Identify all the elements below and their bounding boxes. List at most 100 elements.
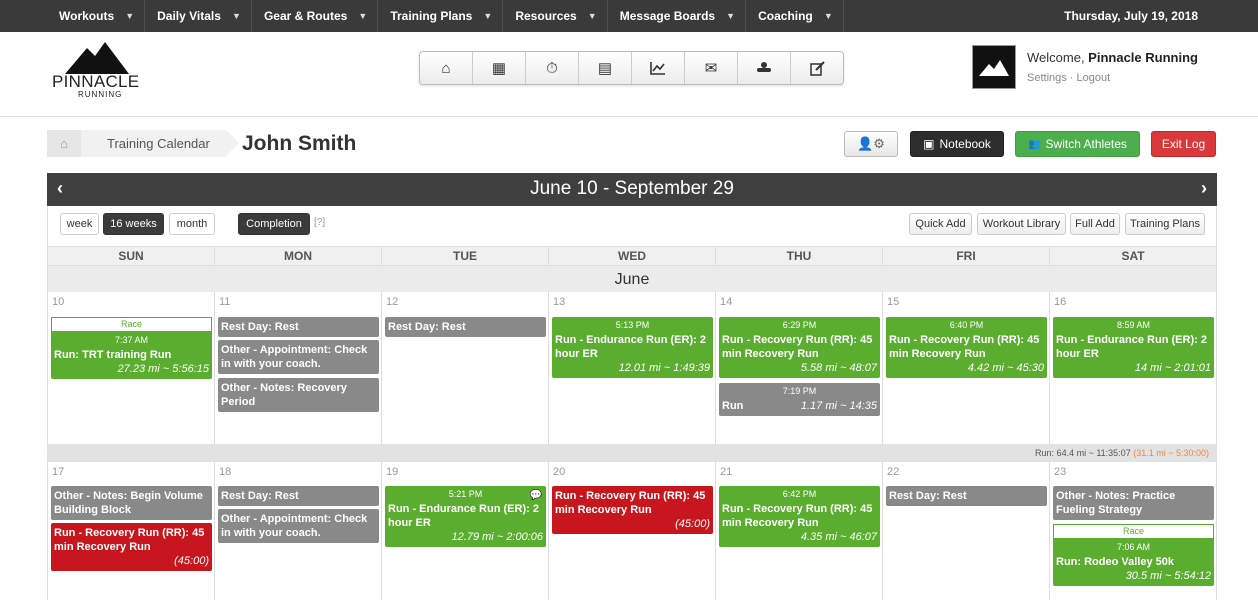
date-range: June 10 - September 29 [530,178,734,199]
workout-card[interactable]: Run - Recovery Run (RR): 45 min Recovery… [552,486,713,534]
workout-library-button[interactable]: Workout Library [977,213,1066,235]
envelope-icon[interactable]: ✉ [685,52,738,84]
calendar-header: June 10 - September 29 ‹ › [47,173,1217,206]
day-cell[interactable]: 23 Other - Notes: Practice Fueling Strat… [1050,462,1217,600]
workout-card[interactable]: 6:29 PM Run - Recovery Run (RR): 45 min … [719,317,880,378]
settings-link[interactable]: Settings [1027,72,1067,84]
logout-link[interactable]: Logout [1077,72,1111,84]
day-cell[interactable]: 22 Rest Day: Rest [883,462,1050,600]
day-cell[interactable]: 13 5:13 PM Run - Endurance Run (ER): 2 h… [549,292,716,444]
workout-card[interactable]: 6:42 PM Run - Recovery Run (RR): 45 min … [719,486,880,547]
workout-card[interactable]: Other - Notes: Recovery Period [218,378,379,412]
page-title: John Smith [242,132,357,155]
day-cell[interactable]: 19 💬 5:21 PM Run - Endurance Run (ER): 2… [382,462,549,600]
completion-help[interactable]: [?] [314,217,325,228]
comment-icon[interactable]: 💬 [530,489,542,503]
day-cell[interactable]: 15 6:40 PM Run - Recovery Run (RR): 45 m… [883,292,1050,444]
weekday-sat: SAT [1121,249,1145,263]
completion-button[interactable]: Completion [238,213,310,235]
weekday-wed: WED [549,247,716,265]
switch-athletes-button[interactable]: 👥 Switch Athletes [1015,131,1140,157]
workout-card[interactable]: Run - Recovery Run (RR): 45 min Recovery… [51,523,212,571]
workout-card[interactable]: Other - Notes: Begin Volume Building Blo… [51,486,212,520]
workout-card[interactable]: Other - Appointment: Check in with your … [218,340,379,374]
day-cell[interactable]: 11 Rest Day: Rest Other - Appointment: C… [215,292,382,444]
line-chart-icon[interactable] [632,52,685,84]
workout-card[interactable]: Race 7:06 AM Run: Rodeo Valley 50k 30.5 … [1053,524,1214,586]
day-cell[interactable]: 16 8:59 AM Run - Endurance Run (ER): 2 h… [1050,292,1217,444]
home-icon[interactable]: ⌂ [420,52,473,84]
notebook-button[interactable]: ▣ Notebook [910,131,1004,157]
chevron-down-icon: ▼ [483,11,493,21]
day-cell[interactable]: 18 Rest Day: Rest Other - Appointment: C… [215,462,382,600]
weekday-fri: FRI [883,247,1050,265]
view-month-button[interactable]: month [169,213,215,235]
scale-icon[interactable] [738,52,791,84]
menu-message-boards[interactable]: Message Boards ▼ [608,0,747,32]
workout-card[interactable]: Rest Day: Rest [218,317,379,337]
current-date: Thursday, July 19, 2018 [1064,9,1198,23]
notebook-icon: ▣ [923,137,935,151]
day-cell[interactable]: 17 Other - Notes: Begin Volume Building … [48,462,215,600]
day-cell[interactable]: 21 6:42 PM Run - Recovery Run (RR): 45 m… [716,462,883,600]
workout-card[interactable]: Other - Notes: Practice Fueling Strategy [1053,486,1214,520]
users-icon: 👥 [1028,138,1041,150]
workout-card[interactable]: Rest Day: Rest [218,486,379,506]
menu-training-plans[interactable]: Training Plans ▼ [378,0,504,32]
menu-gear-routes[interactable]: Gear & Routes ▼ [252,0,379,32]
next-arrow-icon[interactable]: › [1201,178,1207,199]
logo-brand: PINNACLE [52,72,140,91]
menu-daily-vitals[interactable]: Daily Vitals ▼ [145,0,252,32]
chevron-down-icon: ▼ [232,11,241,21]
athlete-settings-button[interactable]: 👤⚙ [844,131,898,157]
full-add-button[interactable]: Full Add [1070,213,1120,235]
workout-card[interactable]: Rest Day: Rest [385,317,546,337]
menu-resources[interactable]: Resources ▼ [503,0,608,32]
workout-card[interactable]: Race 7:37 AM Run: TRT training Run 27.23… [51,317,212,379]
calendar-toolbar: week 16 weeks month Completion [?] Quick… [47,206,1217,246]
menu-workouts[interactable]: Workouts ▼ [47,0,146,32]
user-links: Settings · Logout [1027,72,1111,84]
week-summary: Run: 64.4 mi ~ 11:35:07 (31.1 mi ~ 5:30:… [47,444,1217,462]
menu-coaching[interactable]: Coaching ▼ [746,0,844,32]
main-menu: Workouts ▼ Daily Vitals ▼ Gear & Routes ▼ T… [47,0,844,32]
week-row: 17 Other - Notes: Begin Volume Building … [47,462,1217,600]
chevron-down-icon: ▼ [358,11,368,21]
training-plans-button[interactable]: Training Plans [1125,213,1205,235]
home-icon[interactable]: ⌂ [47,130,94,157]
workout-card[interactable]: Rest Day: Rest [886,486,1047,506]
user-name: Pinnacle Running [1088,50,1198,65]
mountain-avatar-icon [979,60,1009,76]
workout-card[interactable]: 5:13 PM Run - Endurance Run (ER): 2 hour… [552,317,713,378]
exit-log-button[interactable]: Exit Log [1151,131,1216,157]
race-badge: Race [1053,524,1214,539]
weekday-mon: MON [215,247,382,265]
workout-card[interactable]: Other - Appointment: Check in with your … [218,509,379,543]
avatar[interactable] [972,45,1016,89]
welcome-text: Welcome, Pinnacle Running [1027,50,1198,65]
logo[interactable]: PINNACLE RUNNING [52,42,152,108]
day-cell[interactable]: 14 6:29 PM Run - Recovery Run (RR): 45 m… [716,292,883,444]
day-cell[interactable]: 10 Race 7:37 AM Run: TRT training Run 27… [48,292,215,444]
workout-card[interactable]: 8:59 AM Run - Endurance Run (ER): 2 hour… [1053,317,1214,378]
calculator-icon[interactable]: ▤ [579,52,632,84]
view-week-button[interactable]: week [60,213,99,235]
calendar-icon[interactable]: ▦ [473,52,526,84]
edit-icon[interactable] [791,52,843,84]
day-cell[interactable]: 20 Run - Recovery Run (RR): 45 min Recov… [549,462,716,600]
workout-card[interactable]: 💬 5:21 PM Run - Endurance Run (ER): 2 ho… [385,486,546,547]
mountain-logo-icon [65,42,129,74]
breadcrumb-training-calendar[interactable]: Training Calendar [81,130,239,157]
stopwatch-icon[interactable]: ⏱ [526,52,579,84]
month-label: June [47,266,1217,292]
quick-add-button[interactable]: Quick Add [909,213,972,235]
week-row: 10 Race 7:37 AM Run: TRT training Run 27… [47,292,1217,444]
chevron-down-icon: ▼ [726,11,736,21]
workout-card[interactable]: 7:19 PM Run 1.17 mi ~ 14:35 [719,383,880,416]
top-nav: Workouts ▼ Daily Vitals ▼ Gear & Routes ▼ T… [0,0,1258,32]
workout-card[interactable]: 6:40 PM Run - Recovery Run (RR): 45 min … [886,317,1047,378]
prev-arrow-icon[interactable]: ‹ [57,178,63,199]
weekday-sun: SUN [48,247,215,265]
day-cell[interactable]: 12 Rest Day: Rest [382,292,549,444]
view-16-weeks-button[interactable]: 16 weeks [103,213,164,235]
